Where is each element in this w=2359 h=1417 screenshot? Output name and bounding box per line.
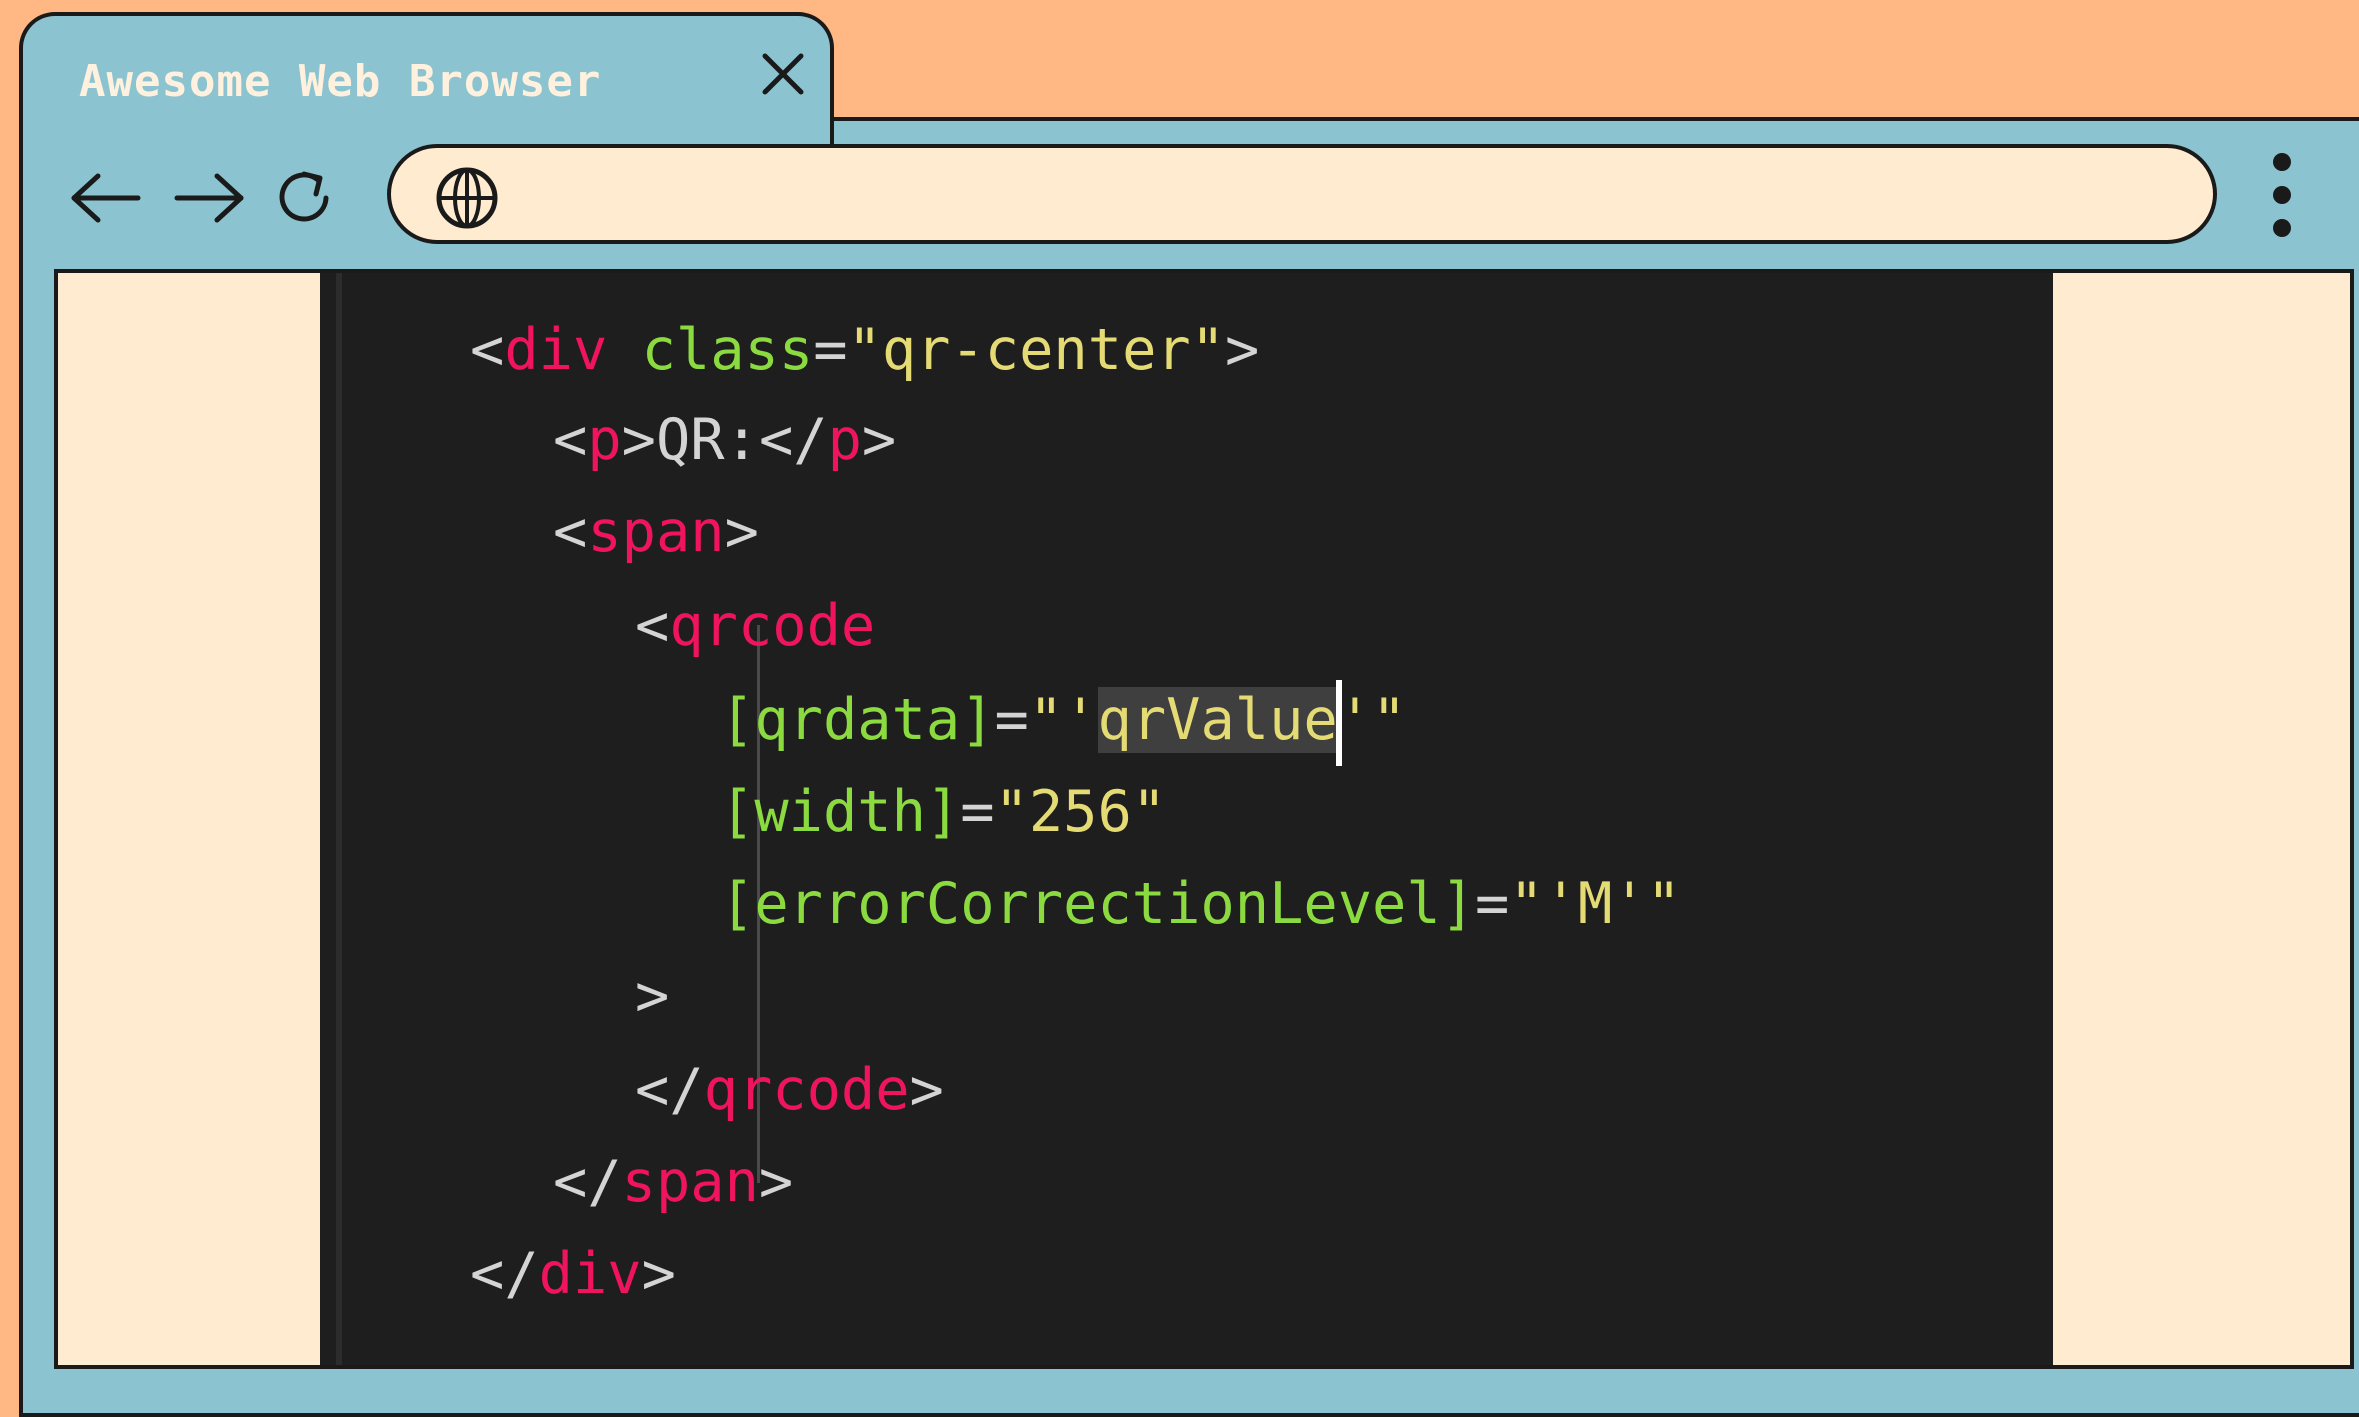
code-token: >	[758, 1149, 794, 1215]
code-token: [qrdata]	[720, 687, 995, 753]
code-token: span	[587, 499, 725, 565]
editor-gutter	[336, 273, 342, 1365]
reload-button[interactable]	[266, 158, 346, 238]
address-bar[interactable]	[387, 144, 2217, 244]
tab-join	[23, 110, 830, 130]
code-token: <	[635, 593, 670, 659]
url-input[interactable]	[521, 168, 2175, 226]
code-token: </	[553, 1149, 622, 1215]
code-token: >	[861, 407, 897, 473]
more-vertical-icon	[2273, 153, 2291, 237]
code-line[interactable]: [width]="256"	[720, 772, 1166, 852]
code-token: p	[827, 407, 862, 473]
code-token: >	[909, 1057, 944, 1123]
code-token: div	[538, 1241, 642, 1307]
code-token: =	[994, 687, 1029, 753]
code-editor[interactable]: <div class="qr-center"> <p>QR:</p> <span> <…	[320, 273, 2053, 1365]
code-token: >	[621, 407, 656, 473]
code-token: div	[504, 317, 608, 383]
code-token: </	[758, 407, 828, 473]
code-token: <	[553, 499, 588, 565]
code-token: p	[587, 407, 622, 473]
arrow-left-icon	[71, 173, 141, 223]
code-token: [width]	[720, 779, 961, 845]
code-token: qrcode	[703, 1057, 910, 1123]
code-token: </	[635, 1057, 704, 1123]
code-token: span	[621, 1149, 759, 1215]
code-token: =	[813, 317, 848, 383]
code-token: "'M'"	[1509, 871, 1681, 937]
browser-menu-button[interactable]	[2252, 148, 2312, 242]
code-token: <	[470, 317, 505, 383]
close-tab-button[interactable]	[753, 44, 813, 104]
code-token: "256"	[994, 779, 1167, 845]
code-line[interactable]: </qrcode>	[635, 1050, 944, 1130]
code-token: >	[724, 499, 759, 565]
tab-title: Awesome Web Browser	[79, 56, 602, 107]
code-line[interactable]: [qrdata]="'qrValue'"	[720, 680, 1407, 767]
code-token: <	[553, 407, 588, 473]
selected-token: qrValue	[1097, 687, 1338, 753]
code-line[interactable]: <p>QR:</p>	[553, 400, 896, 480]
code-token: "qr-center"	[847, 317, 1226, 383]
globe-icon	[436, 167, 498, 229]
code-line[interactable]: <div class="qr-center">	[470, 310, 1259, 390]
code-line[interactable]: [errorCorrectionLevel]="'M'"	[720, 864, 1681, 944]
back-button[interactable]	[66, 158, 146, 238]
code-token: =	[960, 779, 995, 845]
code-token: '"	[1337, 687, 1407, 753]
close-icon	[762, 53, 804, 95]
code-token: qrcode	[669, 593, 876, 659]
code-token: =	[1474, 871, 1510, 937]
code-line[interactable]: >	[635, 956, 669, 1036]
code-token: >	[635, 963, 670, 1029]
code-token: QR:	[655, 407, 759, 473]
reload-icon	[279, 171, 329, 222]
code-token: >	[1225, 317, 1260, 383]
page-content: <div class="qr-center"> <p>QR:</p> <span> <…	[54, 269, 2354, 1369]
code-line[interactable]: </div>	[470, 1234, 676, 1314]
code-token: [errorCorrectionLevel]	[720, 871, 1475, 937]
code-token: >	[641, 1241, 676, 1307]
arrow-right-icon	[174, 173, 244, 223]
code-token: class	[641, 317, 814, 383]
code-line[interactable]: <qrcode	[635, 586, 875, 666]
code-token: "'	[1028, 687, 1098, 753]
code-line[interactable]: </span>	[553, 1142, 793, 1222]
code-line[interactable]: <span>	[553, 492, 759, 572]
code-token: </	[470, 1241, 539, 1307]
forward-button[interactable]	[169, 158, 249, 238]
